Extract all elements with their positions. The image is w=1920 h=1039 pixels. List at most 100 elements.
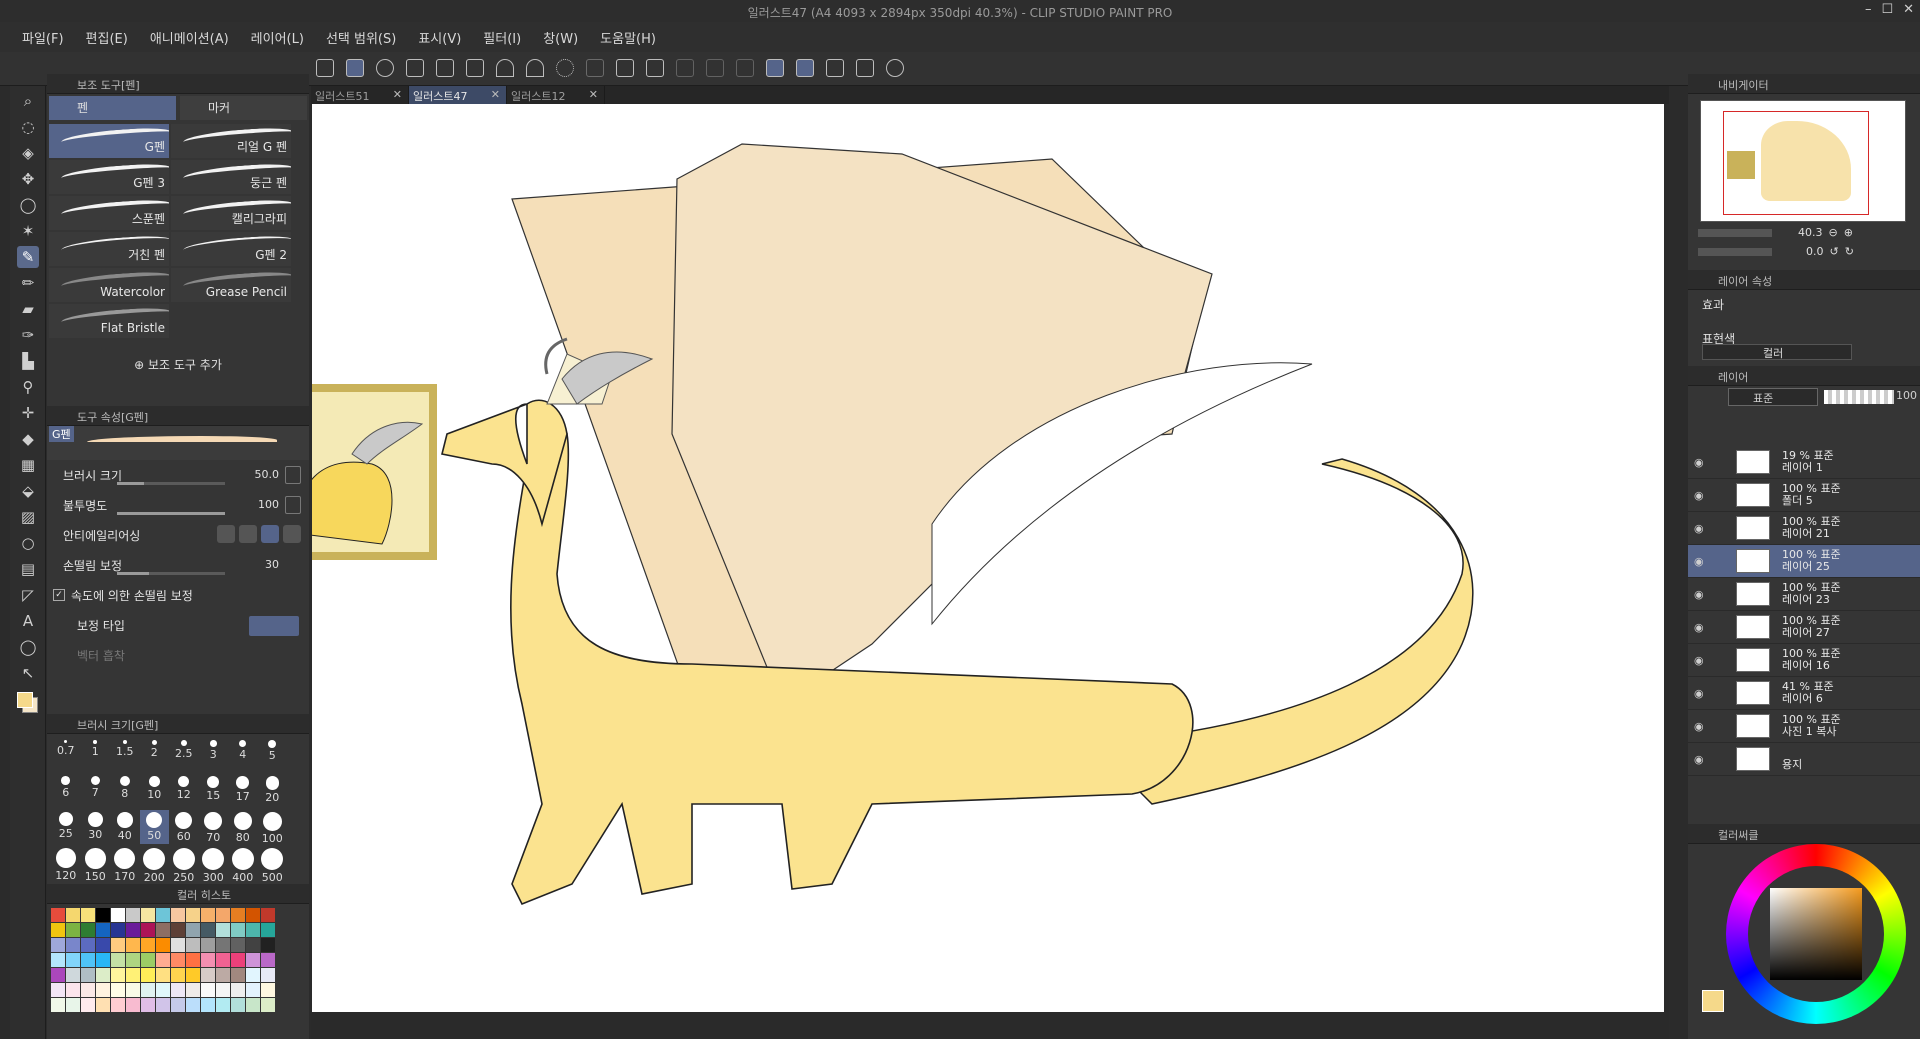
pen-mode-icon[interactable] [346,59,364,77]
new-file-icon[interactable] [406,59,424,77]
eye-icon[interactable]: ◉ [1694,687,1708,700]
magic-wand-icon[interactable]: ✶ [17,220,39,242]
palette-swatch[interactable] [156,983,170,997]
eraser-icon[interactable]: ▰ [17,298,39,320]
palette-swatch[interactable] [216,953,230,967]
palette-swatch[interactable] [186,998,200,1012]
maximize-button[interactable]: ☐ [1881,2,1893,17]
palette-swatch[interactable] [261,953,275,967]
minimize-button[interactable]: – [1865,2,1872,17]
selection-border-icon[interactable] [736,59,754,77]
brush-size-option[interactable]: 12 [169,774,199,808]
correction-type-dropdown[interactable] [249,616,299,636]
menu-animation[interactable]: 애니메이션(A) [150,28,229,47]
palette-swatch[interactable] [171,998,185,1012]
aa-medium[interactable] [261,525,279,543]
brush-size-option[interactable]: 4 [228,738,258,772]
main-color-swatch[interactable] [1702,990,1724,1012]
loading-icon[interactable] [556,59,574,77]
brush-size-option[interactable]: 1 [81,738,111,772]
palette-swatch[interactable] [66,923,80,937]
brush-size-option[interactable]: 80 [228,810,258,844]
palette-swatch[interactable] [261,968,275,982]
palette-swatch[interactable] [156,923,170,937]
palette-swatch[interactable] [231,938,245,952]
lasso-icon[interactable]: ◯ [17,194,39,216]
brush-round-pen[interactable]: 둥근 펜 [171,160,291,194]
mesh-icon[interactable]: ▦ [17,454,39,476]
layer-row[interactable]: ◉ 100 % 표준 폴더 5 [1688,479,1920,512]
palette-swatch[interactable] [246,998,260,1012]
brush-size-option[interactable]: 20 [258,774,288,808]
palette-swatch[interactable] [171,968,185,982]
palette-swatch[interactable] [231,953,245,967]
palette-swatch[interactable] [156,908,170,922]
palette-swatch[interactable] [96,923,110,937]
color-circle[interactable] [1726,844,1906,1024]
palette-swatch[interactable] [216,938,230,952]
brush-size-option[interactable]: 1.5 [110,738,140,772]
grid-snap-icon[interactable] [826,59,844,77]
brush-size-option[interactable]: 70 [199,810,229,844]
palette-swatch[interactable] [231,998,245,1012]
palette-swatch[interactable] [66,908,80,922]
palette-swatch[interactable] [141,938,155,952]
palette-swatch[interactable] [246,953,260,967]
brush-real-g-pen[interactable]: 리얼 G 펜 [171,124,291,158]
prop-opacity[interactable]: 불투명도 100 [47,490,309,520]
brush-size-option[interactable]: 25 [51,810,81,844]
brush-size-option[interactable]: 15 [199,774,229,808]
palette-swatch[interactable] [171,938,185,952]
menu-help[interactable]: 도움말(H) [600,28,656,47]
palette-swatch[interactable] [231,968,245,982]
menu-file[interactable]: 파일(F) [22,28,64,47]
eye-icon[interactable]: ◉ [1694,588,1708,601]
palette-swatch[interactable] [96,983,110,997]
brush-size-option[interactable]: 50 [139,810,169,844]
palette-swatch[interactable] [81,908,95,922]
brush-size-option[interactable]: 5 [258,738,288,772]
palette-swatch[interactable] [111,983,125,997]
palette-swatch[interactable] [156,998,170,1012]
palette-swatch[interactable] [261,998,275,1012]
zoom-icon[interactable]: ⌕ [17,90,39,112]
palette-swatch[interactable] [111,908,125,922]
prop-stabilization[interactable]: 손떨림 보정 30 [47,550,309,580]
frame-icon[interactable]: ▤ [17,558,39,580]
ruler-icon[interactable]: ◸ [17,584,39,606]
menu-edit[interactable]: 편집(E) [86,28,128,47]
brush-size-option[interactable]: 10 [140,774,170,808]
zoom-out-icon[interactable]: ⊖ [1829,226,1838,239]
clear-icon[interactable] [586,59,604,77]
canvas-paper[interactable] [312,104,1664,1012]
zoom-value[interactable]: 40.3 [1798,226,1823,239]
brush-watercolor[interactable]: Watercolor [49,268,169,302]
prop-speed-stabilization[interactable]: ✓ 속도에 의한 손떨림 보정 [47,580,309,610]
zoom-in-icon[interactable]: ⊕ [1844,226,1853,239]
palette-swatch[interactable] [141,923,155,937]
palette-swatch[interactable] [96,968,110,982]
brush-g-pen-2[interactable]: G펜 2 [171,232,291,266]
palette-swatch[interactable] [141,908,155,922]
palette-swatch[interactable] [81,968,95,982]
ruler-snap-icon[interactable] [766,59,784,77]
navigator-thumbnail[interactable] [1700,100,1906,222]
prop-antialiasing[interactable]: 안티에일리어싱 [47,520,309,550]
palette-swatch[interactable] [141,998,155,1012]
eyedropper-icon[interactable]: ⚲ [17,376,39,398]
brush-size-option[interactable]: 3 [199,738,229,772]
layer-row[interactable]: ◉ 100 % 표준 레이어 25 [1688,545,1920,578]
move-icon[interactable]: ✥ [17,168,39,190]
palette-swatch[interactable] [201,923,215,937]
brush-size-option[interactable]: 100 [258,810,288,845]
palette-swatch[interactable] [186,968,200,982]
menu-view[interactable]: 표시(V) [418,28,461,47]
spiral-icon[interactable] [376,59,394,77]
brush-size-option[interactable]: 400 [228,846,258,884]
palette-swatch[interactable] [246,908,260,922]
rotate-left-icon[interactable]: ↺ [1830,245,1839,258]
doc-tab-1[interactable]: 일러스트51 ✕ [311,86,409,104]
brush-icon[interactable]: ✑ [17,324,39,346]
eye-icon[interactable]: ◉ [1694,753,1708,766]
undo-icon[interactable] [496,59,514,77]
